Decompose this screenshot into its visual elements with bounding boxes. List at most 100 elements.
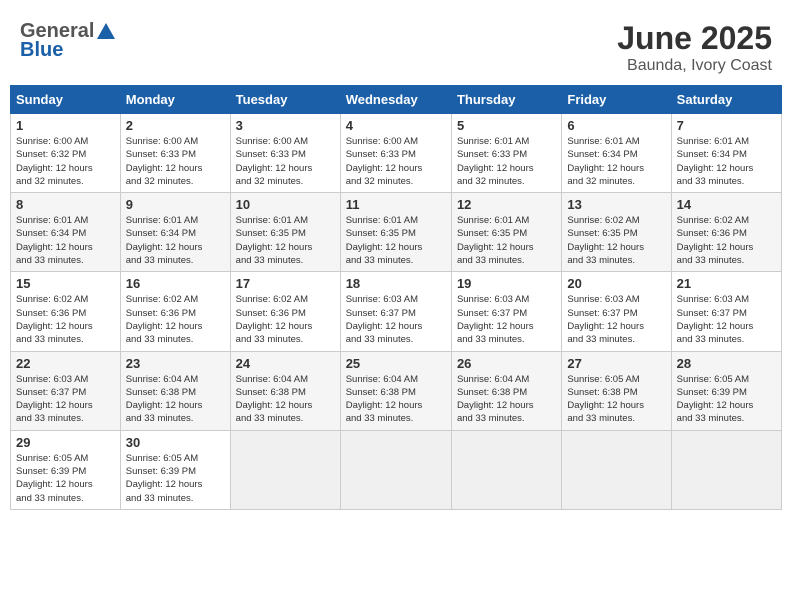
location-title: Baunda, Ivory Coast [617,57,772,75]
day-info: Sunrise: 6:05 AM Sunset: 6:39 PM Dayligh… [16,452,115,505]
table-row: 7 Sunrise: 6:01 AM Sunset: 6:34 PM Daylig… [671,114,781,193]
table-row: 26 Sunrise: 6:04 AM Sunset: 6:38 PM Dayli… [451,351,561,430]
day-number: 5 [457,118,556,133]
day-number: 2 [126,118,225,133]
header-thursday: Thursday [451,86,561,114]
day-number: 14 [677,197,776,212]
day-info: Sunrise: 6:05 AM Sunset: 6:39 PM Dayligh… [677,373,776,426]
day-info: Sunrise: 6:04 AM Sunset: 6:38 PM Dayligh… [236,373,335,426]
table-row: 15Sunrise: 6:02 AM Sunset: 6:36 PM Dayli… [11,272,121,351]
table-row: 12 Sunrise: 6:01 AM Sunset: 6:35 PM Dayli… [451,193,561,272]
day-info: Sunrise: 6:02 AM Sunset: 6:36 PM Dayligh… [16,293,115,346]
day-number: 4 [346,118,446,133]
day-number: 3 [236,118,335,133]
table-row: 18Sunrise: 6:03 AM Sunset: 6:37 PM Dayli… [340,272,451,351]
day-info: Sunrise: 6:01 AM Sunset: 6:34 PM Dayligh… [677,135,776,188]
calendar-week-row: 29 Sunrise: 6:05 AM Sunset: 6:39 PM Dayli… [11,430,782,509]
day-number: 25 [346,356,446,371]
table-row [230,430,340,509]
day-info: Sunrise: 6:04 AM Sunset: 6:38 PM Dayligh… [346,373,446,426]
day-number: 28 [677,356,776,371]
day-info: Sunrise: 6:01 AM Sunset: 6:34 PM Dayligh… [16,214,115,267]
day-number: 16 [126,276,225,291]
table-row: 19Sunrise: 6:03 AM Sunset: 6:37 PM Dayli… [451,272,561,351]
table-row: 2 Sunrise: 6:00 AM Sunset: 6:33 PM Daylig… [120,114,230,193]
calendar-table: Sunday Monday Tuesday Wednesday Thursday… [10,85,782,510]
calendar-header-row: Sunday Monday Tuesday Wednesday Thursday… [11,86,782,114]
table-row: 5Sunrise: 6:01 AM Sunset: 6:33 PM Daylig… [451,114,561,193]
day-info: Sunrise: 6:04 AM Sunset: 6:38 PM Dayligh… [126,373,225,426]
page-header: General Blue June 2025 Baunda, Ivory Coa… [10,10,782,80]
day-info: Sunrise: 6:00 AM Sunset: 6:33 PM Dayligh… [126,135,225,188]
day-number: 6 [567,118,665,133]
header-wednesday: Wednesday [340,86,451,114]
table-row: 28 Sunrise: 6:05 AM Sunset: 6:39 PM Dayli… [671,351,781,430]
header-friday: Friday [562,86,671,114]
table-row: 13Sunrise: 6:02 AM Sunset: 6:35 PM Dayli… [562,193,671,272]
table-row: 25 Sunrise: 6:04 AM Sunset: 6:38 PM Dayli… [340,351,451,430]
day-info: Sunrise: 6:02 AM Sunset: 6:36 PM Dayligh… [236,293,335,346]
day-info: Sunrise: 6:05 AM Sunset: 6:38 PM Dayligh… [567,373,665,426]
day-info: Sunrise: 6:00 AM Sunset: 6:32 PM Dayligh… [16,135,115,188]
day-info: Sunrise: 6:03 AM Sunset: 6:37 PM Dayligh… [567,293,665,346]
calendar-week-row: 1Sunrise: 6:00 AM Sunset: 6:32 PM Daylig… [11,114,782,193]
day-info: Sunrise: 6:03 AM Sunset: 6:37 PM Dayligh… [16,373,115,426]
day-number: 30 [126,435,225,450]
day-number: 29 [16,435,115,450]
day-info: Sunrise: 6:02 AM Sunset: 6:36 PM Dayligh… [677,214,776,267]
table-row [671,430,781,509]
table-row: 14 Sunrise: 6:02 AM Sunset: 6:36 PM Dayli… [671,193,781,272]
day-number: 11 [346,197,446,212]
day-info: Sunrise: 6:00 AM Sunset: 6:33 PM Dayligh… [236,135,335,188]
table-row: 6 Sunrise: 6:01 AM Sunset: 6:34 PM Daylig… [562,114,671,193]
table-row: 23 Sunrise: 6:04 AM Sunset: 6:38 PM Dayli… [120,351,230,430]
day-number: 26 [457,356,556,371]
header-monday: Monday [120,86,230,114]
day-number: 24 [236,356,335,371]
day-number: 19 [457,276,556,291]
day-info: Sunrise: 6:01 AM Sunset: 6:35 PM Dayligh… [457,214,556,267]
day-number: 17 [236,276,335,291]
table-row: 3 Sunrise: 6:00 AM Sunset: 6:33 PM Daylig… [230,114,340,193]
table-row [562,430,671,509]
day-number: 10 [236,197,335,212]
day-info: Sunrise: 6:02 AM Sunset: 6:35 PM Dayligh… [567,214,665,267]
table-row: 8 Sunrise: 6:01 AM Sunset: 6:34 PM Daylig… [11,193,121,272]
day-info: Sunrise: 6:01 AM Sunset: 6:35 PM Dayligh… [236,214,335,267]
table-row: 1Sunrise: 6:00 AM Sunset: 6:32 PM Daylig… [11,114,121,193]
table-row: 27 Sunrise: 6:05 AM Sunset: 6:38 PM Dayli… [562,351,671,430]
day-number: 9 [126,197,225,212]
day-info: Sunrise: 6:01 AM Sunset: 6:34 PM Dayligh… [126,214,225,267]
table-row: 17 Sunrise: 6:02 AM Sunset: 6:36 PM Dayli… [230,272,340,351]
day-info: Sunrise: 6:03 AM Sunset: 6:37 PM Dayligh… [677,293,776,346]
table-row [451,430,561,509]
logo-blue-text: Blue [20,39,63,62]
day-number: 22 [16,356,115,371]
day-info: Sunrise: 6:02 AM Sunset: 6:36 PM Dayligh… [126,293,225,346]
header-tuesday: Tuesday [230,86,340,114]
day-number: 7 [677,118,776,133]
day-number: 27 [567,356,665,371]
title-area: June 2025 Baunda, Ivory Coast [617,20,772,75]
table-row: 29 Sunrise: 6:05 AM Sunset: 6:39 PM Dayli… [11,430,121,509]
table-row: 9 Sunrise: 6:01 AM Sunset: 6:34 PM Daylig… [120,193,230,272]
day-number: 8 [16,197,115,212]
calendar-week-row: 15Sunrise: 6:02 AM Sunset: 6:36 PM Dayli… [11,272,782,351]
day-info: Sunrise: 6:03 AM Sunset: 6:37 PM Dayligh… [346,293,446,346]
day-info: Sunrise: 6:04 AM Sunset: 6:38 PM Dayligh… [457,373,556,426]
header-sunday: Sunday [11,86,121,114]
table-row: 21Sunrise: 6:03 AM Sunset: 6:37 PM Dayli… [671,272,781,351]
month-title: June 2025 [617,20,772,57]
day-info: Sunrise: 6:01 AM Sunset: 6:35 PM Dayligh… [346,214,446,267]
day-info: Sunrise: 6:00 AM Sunset: 6:33 PM Dayligh… [346,135,446,188]
day-info: Sunrise: 6:01 AM Sunset: 6:34 PM Dayligh… [567,135,665,188]
day-number: 12 [457,197,556,212]
day-number: 23 [126,356,225,371]
logo-icon [95,21,117,43]
table-row: 20Sunrise: 6:03 AM Sunset: 6:37 PM Dayli… [562,272,671,351]
table-row: 4 Sunrise: 6:00 AM Sunset: 6:33 PM Daylig… [340,114,451,193]
table-row: 10 Sunrise: 6:01 AM Sunset: 6:35 PM Dayli… [230,193,340,272]
table-row: 30Sunrise: 6:05 AM Sunset: 6:39 PM Dayli… [120,430,230,509]
table-row: 11 Sunrise: 6:01 AM Sunset: 6:35 PM Dayli… [340,193,451,272]
table-row: 16 Sunrise: 6:02 AM Sunset: 6:36 PM Dayli… [120,272,230,351]
